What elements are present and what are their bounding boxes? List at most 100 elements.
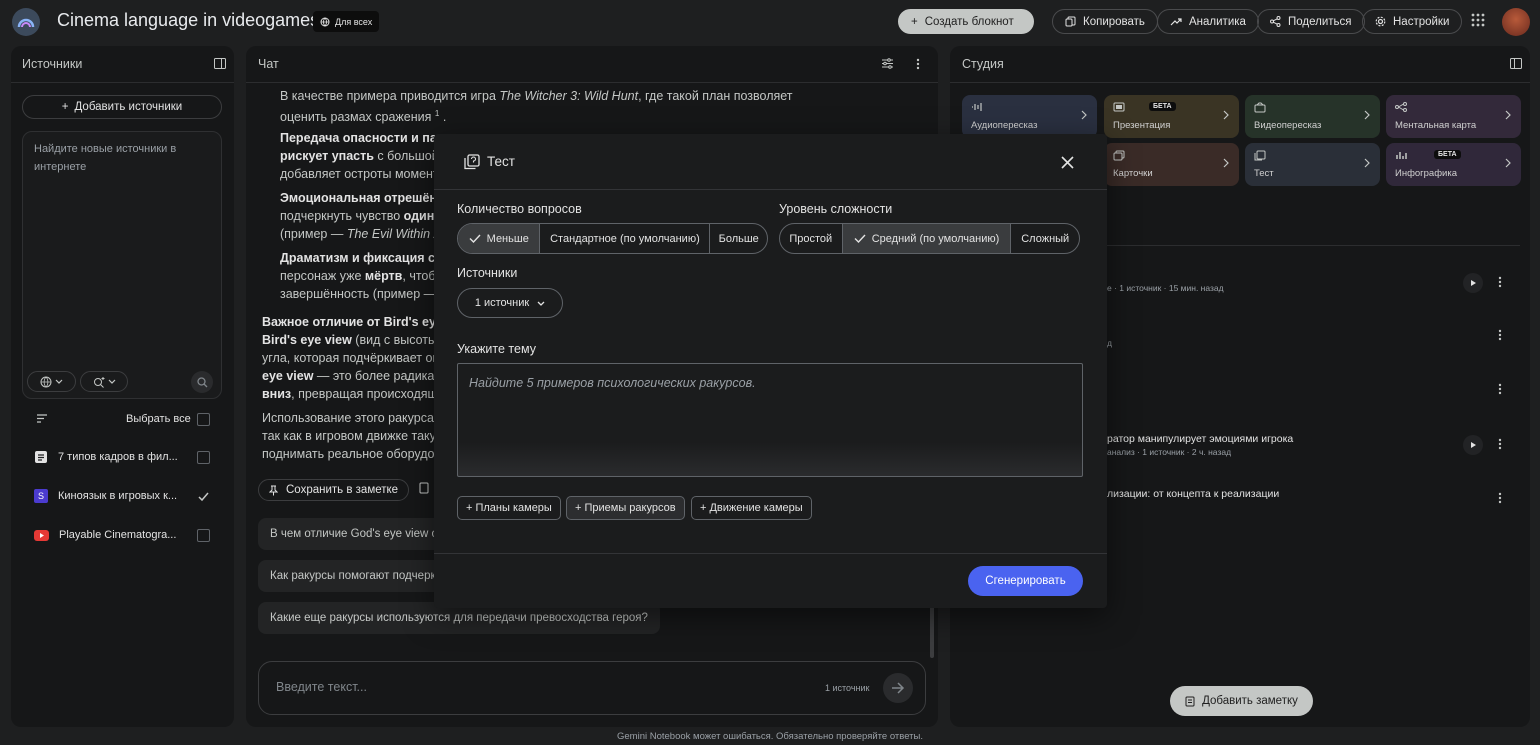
video-icon: [1254, 102, 1266, 113]
copy-icon: [1065, 16, 1076, 27]
sources-select[interactable]: 1 источник: [457, 288, 563, 318]
topic-label: Укажите тему: [457, 342, 536, 356]
source-item[interactable]: S Киноязык в игровых к...: [34, 487, 177, 505]
play-button[interactable]: [1463, 273, 1483, 293]
add-note-button[interactable]: Добавить заметку: [1170, 686, 1313, 716]
source-item[interactable]: 7 типов кадров в фил...: [34, 448, 178, 466]
research-mode-dropdown[interactable]: [80, 371, 128, 392]
tune-icon[interactable]: [881, 58, 894, 69]
beta-badge: БЕТА: [1149, 102, 1176, 111]
more-vert-icon[interactable]: [916, 58, 920, 70]
tile-mind-map[interactable]: Ментальная карта: [1386, 95, 1521, 138]
topic-chip-angle-techniques[interactable]: + Приемы ракурсов: [566, 496, 685, 520]
send-button[interactable]: [883, 673, 913, 703]
share-icon: [1270, 16, 1281, 27]
divider: [246, 82, 938, 83]
citation-chip[interactable]: 1: [435, 109, 439, 118]
sort-icon[interactable]: [36, 414, 48, 423]
difficulty-option-easy[interactable]: Простой: [780, 224, 843, 253]
topic-placeholder: Найдите 5 примеров психологических ракур…: [469, 376, 756, 390]
globe-icon: [40, 376, 52, 387]
chevron-right-icon: [1364, 110, 1370, 120]
question-count-toggle: Меньше Стандартное (по умолчанию) Больше: [457, 223, 768, 254]
more-vert-icon[interactable]: [1498, 438, 1502, 450]
share-button[interactable]: Поделиться: [1257, 9, 1365, 34]
chevron-down-icon: [55, 379, 63, 384]
youtube-icon: [34, 529, 49, 541]
topic-chip-camera-movement[interactable]: + Движение камеры: [691, 496, 812, 520]
analytics-button[interactable]: Аналитика: [1157, 9, 1259, 34]
tile-video-overview[interactable]: Видеопересказ: [1245, 95, 1380, 138]
more-vert-icon[interactable]: [1498, 492, 1502, 504]
artifact-meta: д: [1107, 338, 1112, 348]
save-to-note-button[interactable]: Сохранить в заметке: [258, 479, 410, 501]
select-all-label: Выбрать все: [126, 413, 191, 425]
tile-quiz[interactable]: Тест: [1245, 143, 1380, 186]
mindmap-icon: [1395, 102, 1407, 112]
globe-icon: [320, 17, 330, 26]
source-checkbox-checked[interactable]: [197, 490, 210, 503]
tile-infographic[interactable]: БЕТА Инфографика: [1386, 143, 1521, 186]
settings-button[interactable]: Настройки: [1362, 9, 1463, 34]
visibility-badge[interactable]: Для всех: [313, 11, 380, 32]
create-notebook-button[interactable]: + Создать блокнот: [898, 9, 1034, 34]
web-source-dropdown[interactable]: [27, 371, 76, 392]
more-vert-icon[interactable]: [1498, 329, 1502, 341]
close-icon[interactable]: [1061, 156, 1074, 169]
artifact-title[interactable]: ратор манипулирует эмоциями игрока: [1107, 433, 1293, 445]
suggested-question[interactable]: Как ракурсы помогают подчеркн: [258, 560, 454, 592]
sources-label: Источники: [457, 266, 518, 280]
generate-button[interactable]: Сгенерировать: [968, 566, 1083, 596]
count-option-standard[interactable]: Стандартное (по умолчанию): [540, 224, 711, 253]
select-all-checkbox[interactable]: [197, 413, 210, 426]
add-sources-button[interactable]: + Добавить источники: [22, 95, 222, 119]
apps-grid-icon[interactable]: [1471, 13, 1485, 27]
arrow-right-icon: [892, 682, 905, 694]
count-option-fewer[interactable]: Меньше: [458, 224, 541, 253]
chevron-right-icon: [1505, 158, 1511, 168]
source-checkbox[interactable]: [197, 451, 210, 464]
difficulty-toggle: Простой Средний (по умолчанию) Сложный: [779, 223, 1080, 254]
avatar[interactable]: [1502, 8, 1530, 36]
collapse-panel-icon[interactable]: [214, 58, 226, 69]
footer-disclaimer: Gemini Notebook может ошибаться. Обязате…: [617, 731, 923, 742]
divider: [950, 82, 1530, 83]
play-icon: [1470, 280, 1476, 286]
sparkle-search-icon: [93, 376, 104, 388]
chevron-right-icon: [1505, 110, 1511, 120]
more-vert-icon[interactable]: [1498, 276, 1502, 288]
notebook-title[interactable]: Cinema language in videogames: [57, 10, 319, 31]
difficulty-label: Уровень сложности: [779, 202, 893, 216]
copy-icon[interactable]: [419, 482, 430, 494]
more-vert-icon[interactable]: [1498, 383, 1502, 395]
count-option-more[interactable]: Больше: [710, 224, 767, 253]
topic-chip-camera-shots[interactable]: + Планы камеры: [457, 496, 561, 520]
chat-scrollbar[interactable]: [930, 600, 934, 658]
slides-icon: [1113, 102, 1125, 112]
notebook-logo[interactable]: [12, 8, 40, 36]
tile-audio-overview[interactable]: Аудиопересказ: [962, 95, 1097, 138]
artifact-title[interactable]: лизации: от концепта к реализации: [1107, 488, 1279, 500]
chevron-right-icon: [1223, 110, 1229, 120]
question-count-label: Количество вопросов: [457, 202, 582, 216]
artifact-meta: анализ · 1 источник · 2 ч. назад: [1107, 447, 1232, 457]
search-submit-button[interactable]: [191, 371, 213, 393]
difficulty-option-hard[interactable]: Сложный: [1011, 224, 1079, 253]
divider: [434, 189, 1107, 190]
tile-flashcards[interactable]: Карточки: [1104, 143, 1239, 186]
tile-presentation[interactable]: БЕТА Презентация: [1104, 95, 1239, 138]
difficulty-option-medium[interactable]: Средний (по умолчанию): [842, 224, 1012, 253]
chat-heading: Чат: [258, 57, 279, 71]
source-label: Киноязык в игровых к...: [58, 490, 178, 502]
chevron-right-icon: [1081, 110, 1087, 120]
chevron-right-icon: [1223, 158, 1229, 168]
source-checkbox[interactable]: [197, 529, 210, 542]
artifact-meta: е · 1 источник · 15 мин. назад: [1107, 283, 1224, 293]
play-button[interactable]: [1463, 435, 1483, 455]
s-icon: S: [34, 489, 48, 503]
collapse-panel-icon[interactable]: [1510, 58, 1522, 69]
source-item[interactable]: Playable Cinematogra...: [34, 526, 176, 544]
trending-icon: [1170, 17, 1182, 25]
copy-button[interactable]: Копировать: [1052, 9, 1158, 34]
quiz-icon: [1254, 150, 1266, 161]
